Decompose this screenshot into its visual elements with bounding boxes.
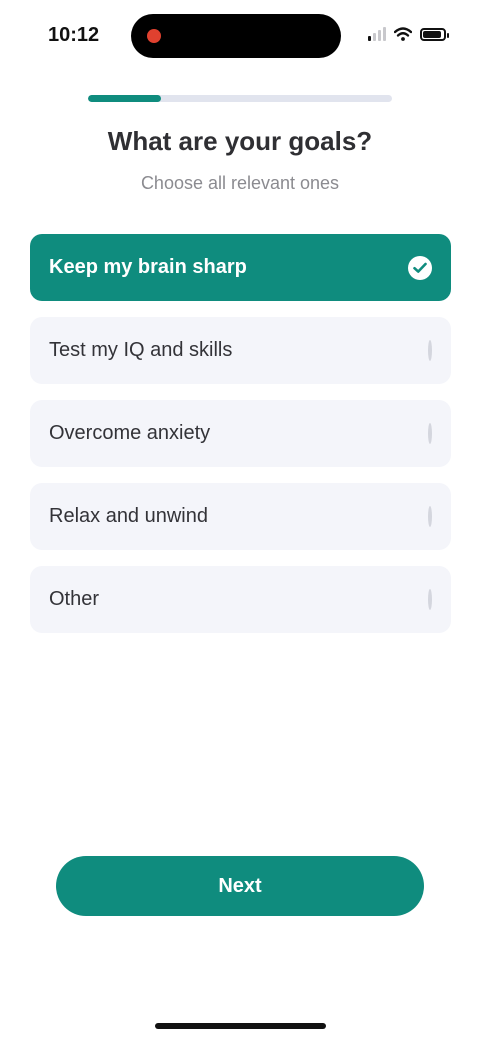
option-label: Keep my brain sharp (49, 256, 247, 278)
status-time: 10:12 (48, 24, 100, 46)
goal-options-list: Keep my brain sharp Test my IQ and skill… (30, 234, 451, 649)
checkmark-circle-icon (408, 255, 432, 280)
progress-fill (88, 95, 161, 102)
battery-icon (420, 27, 449, 41)
radio-circle-icon (428, 339, 432, 361)
cellular-signal-icon (368, 27, 386, 41)
recording-indicator-icon (147, 29, 161, 43)
goal-option-other[interactable]: Other (30, 566, 451, 633)
next-button[interactable]: Next (56, 856, 424, 916)
page-subtitle: Choose all relevant ones (140, 173, 340, 193)
goal-option-test-iq[interactable]: Test my IQ and skills (30, 317, 451, 384)
option-label: Overcome anxiety (49, 422, 211, 444)
radio-circle-icon (428, 505, 432, 527)
goal-option-overcome-anxiety[interactable]: Overcome anxiety (30, 400, 451, 467)
status-icons (368, 27, 449, 41)
onboarding-progress-bar (88, 95, 392, 102)
goal-option-relax-unwind[interactable]: Relax and unwind (30, 483, 451, 550)
page-title: What are your goals? (107, 126, 373, 156)
option-label: Other (49, 588, 100, 610)
dynamic-island (131, 14, 341, 58)
home-indicator (155, 1023, 326, 1029)
wifi-icon (394, 27, 412, 41)
radio-circle-icon (428, 422, 432, 444)
option-label: Relax and unwind (49, 505, 208, 527)
radio-circle-icon (428, 588, 432, 610)
goal-option-keep-brain-sharp[interactable]: Keep my brain sharp (30, 234, 451, 301)
status-bar: 10:12 (0, 0, 480, 72)
option-label: Test my IQ and skills (49, 339, 233, 361)
